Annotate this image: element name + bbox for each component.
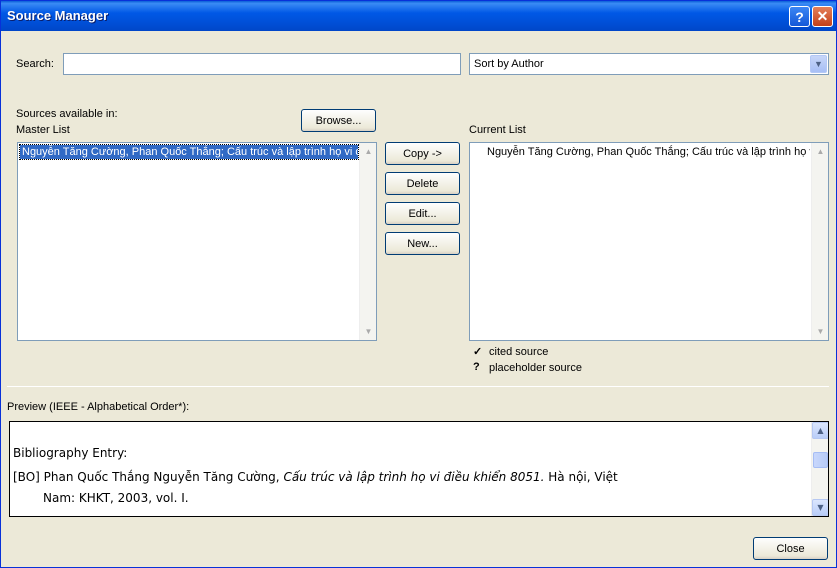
- current-list[interactable]: Nguyễn Tăng Cường, Phan Quốc Thắng; Cấu …: [469, 142, 829, 341]
- bibliography-tag: [BO]: [13, 470, 40, 484]
- current-list-label: Current List: [469, 124, 526, 136]
- scroll-up-icon[interactable]: ▲: [812, 422, 828, 439]
- scroll-thumb[interactable]: [813, 452, 828, 468]
- preview-label: Preview (IEEE - Alphabetical Order*):: [7, 401, 190, 413]
- master-list-item[interactable]: Nguyễn Tăng Cường, Phan Quốc Thắng; Cấu …: [19, 144, 359, 160]
- sources-available-label: Sources available in:: [16, 108, 118, 120]
- master-list[interactable]: Nguyễn Tăng Cường, Phan Quốc Thắng; Cấu …: [17, 142, 377, 341]
- chevron-down-icon[interactable]: ▼: [810, 55, 827, 73]
- checkmark-icon: ✓: [473, 346, 483, 358]
- close-button[interactable]: Close: [753, 537, 828, 560]
- question-mark-icon: ?: [473, 361, 480, 373]
- bibliography-line-2: Nam: KHKT, 2003, vol. I.: [43, 491, 189, 505]
- search-input[interactable]: [63, 53, 461, 75]
- new-button[interactable]: New...: [385, 232, 460, 255]
- delete-button[interactable]: Delete: [385, 172, 460, 195]
- window-title: Source Manager: [7, 8, 109, 23]
- divider: [7, 386, 829, 387]
- scroll-up-icon[interactable]: ▲: [812, 143, 828, 160]
- close-icon[interactable]: ✕: [812, 6, 833, 27]
- scroll-down-icon[interactable]: ▼: [360, 323, 376, 340]
- title-bar[interactable]: Source Manager ? ✕: [1, 1, 836, 31]
- bibliography-heading: Bibliography Entry:: [13, 446, 128, 460]
- placeholder-source-label: placeholder source: [489, 362, 582, 374]
- search-label: Search:: [16, 58, 54, 70]
- help-icon[interactable]: ?: [789, 6, 810, 27]
- preview-scrollbar[interactable]: ▲ ▼: [811, 422, 828, 516]
- scroll-up-icon[interactable]: ▲: [360, 143, 376, 160]
- browse-button[interactable]: Browse...: [301, 109, 376, 132]
- cited-source-label: cited source: [489, 346, 549, 358]
- copy-button[interactable]: Copy ->: [385, 142, 460, 165]
- preview-box[interactable]: Bibliography Entry: [BO] Phan Quốc Thắng…: [9, 421, 829, 517]
- current-list-scrollbar[interactable]: ▲ ▼: [811, 143, 828, 340]
- source-manager-dialog: Source Manager ? ✕ Search: Sort by Autho…: [0, 0, 837, 568]
- sort-select-value: Sort by Author: [474, 58, 544, 70]
- bibliography-authors: Phan Quốc Thắng Nguyễn Tăng Cường,: [43, 470, 280, 484]
- edit-button[interactable]: Edit...: [385, 202, 460, 225]
- master-list-label: Master List: [16, 124, 70, 136]
- scroll-down-icon[interactable]: ▼: [812, 323, 828, 340]
- sort-select[interactable]: Sort by Author ▼: [469, 53, 829, 75]
- bibliography-book-title: Cấu trúc và lập trình họ vi điều khiển 8…: [283, 470, 545, 484]
- scroll-down-icon[interactable]: ▼: [812, 499, 828, 516]
- master-list-scrollbar[interactable]: ▲ ▼: [359, 143, 376, 340]
- bibliography-line-1: [BO] Phan Quốc Thắng Nguyễn Tăng Cường, …: [13, 470, 618, 484]
- bibliography-place: Hà nội, Việt: [548, 470, 618, 484]
- current-list-item[interactable]: Nguyễn Tăng Cường, Phan Quốc Thắng; Cấu …: [485, 145, 810, 159]
